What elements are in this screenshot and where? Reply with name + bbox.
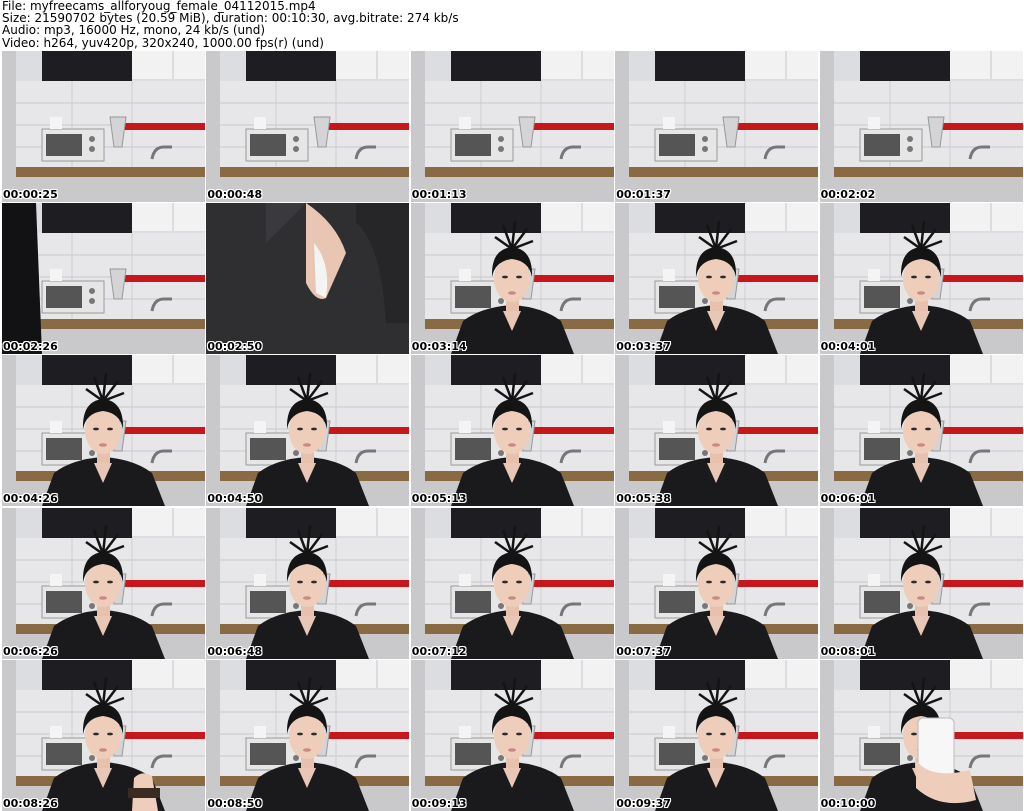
thumbnail-frame: 00:10:00 (819, 659, 1023, 811)
frame-image (615, 659, 819, 811)
frame-timestamp: 00:08:01 (820, 644, 876, 658)
frame-image (819, 507, 1023, 659)
frame-image (410, 659, 614, 811)
frame-timestamp: 00:07:37 (616, 644, 671, 658)
frame-image (206, 659, 410, 811)
frame-timestamp: 00:04:50 (207, 492, 263, 506)
frame-timestamp: 00:05:38 (616, 492, 671, 506)
frame-timestamp: 00:04:26 (3, 492, 58, 506)
thumbnail-frame: 00:00:25 (2, 51, 205, 202)
thumbnail-frame: 00:07:12 (410, 507, 614, 659)
frame-timestamp: 00:06:01 (820, 492, 876, 506)
thumbnail-frame: 00:08:01 (819, 507, 1023, 659)
thumbnail-frame: 00:04:50 (206, 355, 410, 507)
frame-image (206, 507, 410, 659)
frame-timestamp: 00:08:26 (3, 796, 58, 810)
frame-image (819, 355, 1023, 507)
frame-timestamp: 00:03:14 (411, 340, 467, 354)
frame-image (615, 355, 819, 507)
thumbnail-frame: 00:06:01 (819, 355, 1023, 507)
frame-timestamp: 00:05:13 (411, 492, 467, 506)
frame-image (410, 203, 614, 355)
thumbnail-frame: 00:05:13 (410, 355, 614, 507)
thumbnail-frame: 00:09:37 (615, 659, 819, 811)
thumbnail-frame: 00:07:37 (615, 507, 819, 659)
thumbnail-frame: 00:01:13 (410, 51, 614, 202)
frame-timestamp: 00:02:50 (207, 340, 263, 354)
frame-timestamp: 00:00:48 (207, 188, 263, 201)
frame-image (819, 51, 1023, 202)
frame-image (2, 507, 205, 659)
thumbnail-frame: 00:04:01 (819, 203, 1023, 355)
thumbnail-frame: 00:04:26 (2, 355, 205, 507)
frame-timestamp: 00:00:25 (3, 188, 58, 201)
frame-image (410, 507, 614, 659)
audio-info: Audio: mp3, 16000 Hz, mono, 24 kb/s (und… (2, 23, 266, 38)
frame-timestamp: 00:04:01 (820, 340, 876, 354)
frame-image (615, 51, 819, 202)
frame-timestamp: 00:09:37 (616, 796, 671, 810)
thumbnail-frame: 00:02:02 (819, 51, 1023, 202)
frame-timestamp: 00:07:12 (411, 644, 467, 658)
frame-timestamp: 00:10:00 (820, 796, 876, 810)
frame-image (615, 203, 819, 355)
thumbnail-frame: 00:02:50 (206, 203, 410, 355)
thumbnail-frame: 00:05:38 (615, 355, 819, 507)
frame-timestamp: 00:03:37 (616, 340, 671, 354)
thumbnail-frame: 00:06:26 (2, 507, 205, 659)
frame-image (2, 203, 205, 355)
frame-timestamp: 00:01:37 (616, 188, 671, 201)
frame-image (819, 203, 1023, 355)
frame-image (2, 355, 205, 507)
frame-timestamp: 00:08:50 (207, 796, 263, 810)
frame-timestamp: 00:09:13 (411, 796, 467, 810)
frame-image (206, 355, 410, 507)
thumbnail-frame: 00:02:26 (2, 203, 205, 355)
frame-image (410, 355, 614, 507)
frame-timestamp: 00:02:02 (820, 188, 876, 201)
frame-timestamp: 00:06:48 (207, 644, 263, 658)
frame-image (2, 51, 205, 202)
thumbnail-frame: 00:03:37 (615, 203, 819, 355)
frame-image (615, 507, 819, 659)
frame-image (410, 51, 614, 202)
frame-image (819, 659, 1023, 811)
thumbnail-frame: 00:03:14 (410, 203, 614, 355)
frame-image (206, 203, 410, 355)
frame-timestamp: 00:01:13 (411, 188, 467, 201)
thumbnail-frame: 00:08:50 (206, 659, 410, 811)
thumbnail-frame: 00:09:13 (410, 659, 614, 811)
thumbnail-frame: 00:08:26 (2, 659, 205, 811)
thumbnail-grid: 00:00:25 00:00:48 00:01:13 00:01:37 00:0… (2, 51, 1023, 811)
thumbnail-frame: 00:01:37 (615, 51, 819, 202)
frame-image (206, 51, 410, 202)
file-info-header: File: myfreecams_allforyoug_female_04112… (2, 0, 1022, 50)
frame-timestamp: 00:02:26 (3, 340, 58, 354)
frame-image (2, 659, 205, 811)
video-info: Video: h264, yuv420p, 320x240, 1000.00 f… (2, 35, 324, 50)
thumbnail-frame: 00:00:48 (206, 51, 410, 202)
thumbnail-frame: 00:06:48 (206, 507, 410, 659)
frame-timestamp: 00:06:26 (3, 644, 58, 658)
